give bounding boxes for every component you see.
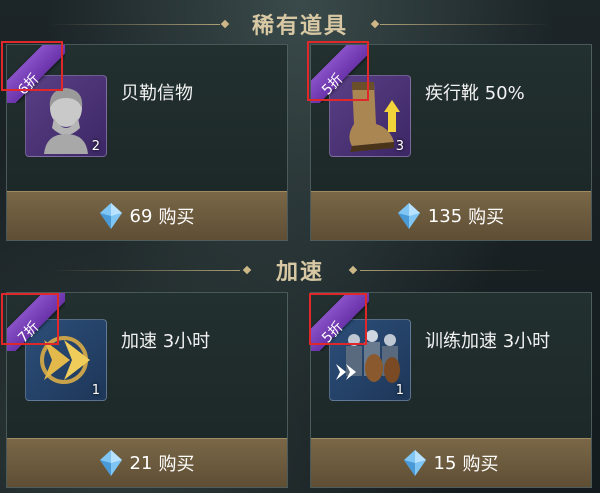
divider-diamond-icon — [348, 265, 358, 275]
shop-item-card[interactable]: 3 疾行靴 50% 135 购买 5折 — [307, 41, 592, 241]
buy-button[interactable]: 21 购买 — [7, 438, 287, 487]
divider-diamond-icon — [220, 19, 230, 29]
item-count: 2 — [91, 139, 100, 154]
buy-button[interactable]: 69 购买 — [7, 191, 287, 240]
price: 21 — [129, 452, 153, 474]
section-title-rare-items: 稀有道具 — [0, 8, 600, 40]
crystal-gem-icon — [397, 203, 420, 229]
price: 15 — [433, 452, 457, 474]
divider-line — [50, 24, 220, 25]
buy-button[interactable]: 135 购买 — [311, 191, 591, 240]
highlight-box — [1, 293, 59, 345]
item-name: 加速 3小时 — [121, 331, 211, 352]
crystal-gem-icon — [99, 203, 122, 229]
section-title-speedups: 加速 — [0, 254, 600, 286]
item-count: 3 — [395, 139, 404, 154]
highlight-box — [1, 41, 63, 91]
divider-diamond-icon — [370, 19, 380, 29]
crystal-gem-icon — [99, 450, 122, 476]
divider-diamond-icon — [242, 265, 252, 275]
shop-item-card[interactable]: 1 训练加速 3小时 15 购买 5折 — [309, 292, 592, 488]
highlight-box — [309, 293, 367, 345]
buy-label: 购买 — [468, 207, 505, 228]
shop-item-card[interactable]: 1 加速 3小时 21 购买 7折 — [1, 292, 288, 488]
shop-item-card[interactable]: 2 贝勒信物 69 购买 6折 — [1, 41, 288, 241]
divider-line — [380, 24, 550, 25]
divider-line — [50, 270, 240, 271]
item-name: 疾行靴 50% — [425, 83, 525, 104]
buy-label: 购买 — [158, 207, 195, 228]
item-name: 贝勒信物 — [121, 83, 193, 104]
buy-label: 购买 — [158, 454, 195, 475]
highlight-box — [307, 41, 369, 101]
item-count: 1 — [91, 383, 100, 398]
item-count: 1 — [395, 383, 404, 398]
crystal-gem-icon — [403, 450, 426, 476]
price: 135 — [427, 205, 463, 227]
buy-label: 购买 — [462, 454, 499, 475]
buy-button[interactable]: 15 购买 — [311, 438, 591, 487]
item-name: 训练加速 3小时 — [425, 331, 551, 352]
price: 69 — [129, 205, 153, 227]
divider-line — [360, 270, 550, 271]
